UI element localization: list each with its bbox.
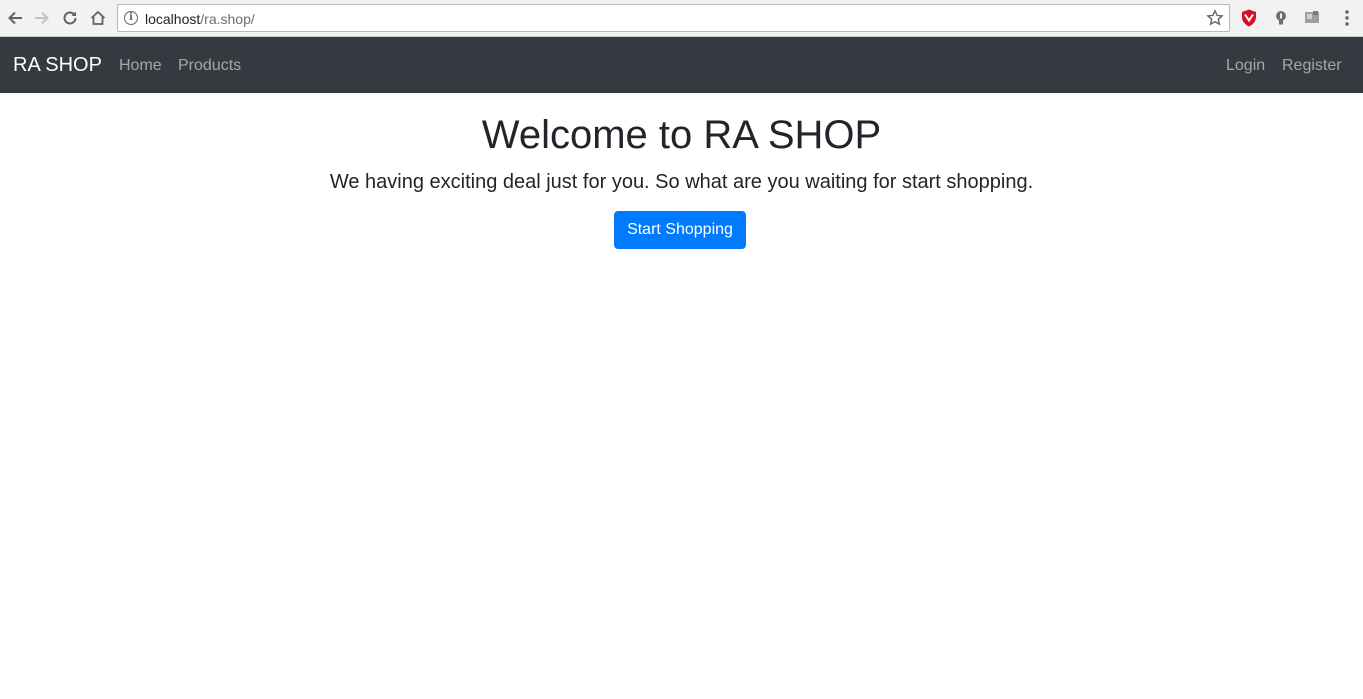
- url-text[interactable]: localhost/ra.shop/: [145, 11, 255, 27]
- address-bar[interactable]: i localhost/ra.shop/: [117, 4, 1230, 32]
- back-button[interactable]: [3, 6, 27, 30]
- hero-lead: We having exciting deal just for you. So…: [329, 171, 1034, 193]
- menu-dots-icon[interactable]: [1337, 8, 1357, 28]
- hero-title: Welcome to RA SHOP: [481, 113, 882, 157]
- brand-link[interactable]: RA SHOP: [13, 53, 102, 77]
- home-icon: [90, 10, 106, 25]
- gray-extension-icon[interactable]: [1302, 8, 1322, 28]
- browser-toolbar: i localhost/ra.shop/: [0, 0, 1363, 37]
- back-icon: [8, 11, 22, 25]
- info-icon[interactable]: i: [124, 11, 138, 25]
- forward-icon: [35, 11, 49, 25]
- reload-button[interactable]: [58, 6, 82, 30]
- home-button[interactable]: [86, 6, 110, 30]
- nav-link-register[interactable]: Register: [1282, 56, 1342, 76]
- url-path: /ra.shop/: [200, 11, 255, 27]
- reload-icon: [63, 11, 77, 25]
- bulb-extension-icon[interactable]: [1271, 8, 1291, 28]
- nav-link-products[interactable]: Products: [178, 56, 241, 76]
- site-navbar: RA SHOP Home Products Login Register: [0, 37, 1363, 93]
- nav-link-home[interactable]: Home: [119, 56, 162, 76]
- forward-button[interactable]: [30, 6, 54, 30]
- url-host: localhost: [145, 11, 201, 27]
- start-shopping-button[interactable]: Start Shopping: [614, 211, 746, 249]
- star-icon[interactable]: [1206, 9, 1224, 27]
- shield-extension-icon[interactable]: [1239, 8, 1259, 28]
- nav-link-login[interactable]: Login: [1226, 56, 1265, 76]
